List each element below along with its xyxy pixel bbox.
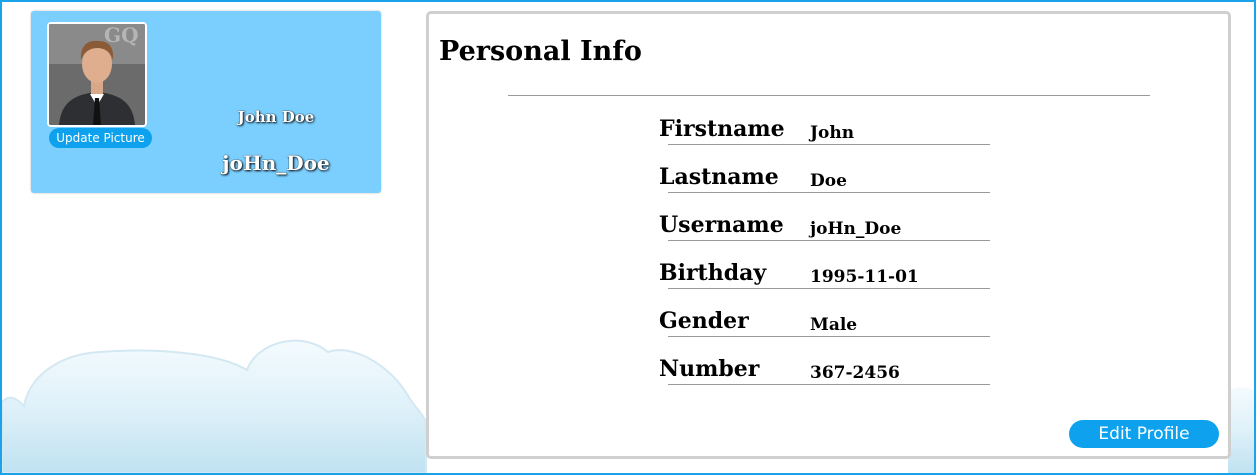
avatar: GQ [47, 22, 147, 127]
page-frame: GQ Update Picture John Doe joHn_Doe Pers… [0, 0, 1256, 475]
update-picture-button[interactable]: Update Picture [49, 128, 152, 148]
field-label: Firstname [659, 116, 785, 142]
field-firstname: Firstname John [659, 116, 999, 160]
field-divider [668, 192, 990, 193]
field-birthday: Birthday 1995-11-01 [659, 260, 999, 304]
field-value: joHn_Doe [810, 219, 902, 239]
field-value: Doe [810, 171, 847, 191]
field-username: Username joHn_Doe [659, 212, 999, 256]
profile-username: joHn_Doe [222, 151, 330, 175]
field-number: Number 367-2456 [659, 356, 999, 400]
field-label: Gender [659, 308, 749, 334]
edit-profile-button[interactable]: Edit Profile [1069, 420, 1219, 448]
field-divider [668, 144, 990, 145]
field-gender: Gender Male [659, 308, 999, 352]
field-value: 1995-11-01 [810, 267, 919, 287]
field-divider [668, 288, 990, 289]
field-divider [668, 240, 990, 241]
field-divider [668, 336, 990, 337]
field-value: John [810, 123, 855, 143]
profile-name: John Doe [237, 108, 315, 126]
divider [508, 95, 1150, 96]
field-lastname: Lastname Doe [659, 164, 999, 208]
field-value: 367-2456 [810, 363, 900, 383]
field-label: Number [659, 356, 760, 382]
svg-text:GQ: GQ [104, 24, 139, 47]
field-divider [668, 384, 990, 385]
field-label: Birthday [659, 260, 767, 286]
field-label: Lastname [659, 164, 779, 190]
personal-info-panel: Personal Info Firstname John Lastname Do… [426, 11, 1231, 459]
field-value: Male [810, 315, 858, 335]
page-title: Personal Info [439, 36, 642, 67]
field-label: Username [659, 212, 784, 238]
profile-card: GQ Update Picture John Doe joHn_Doe [31, 11, 381, 193]
